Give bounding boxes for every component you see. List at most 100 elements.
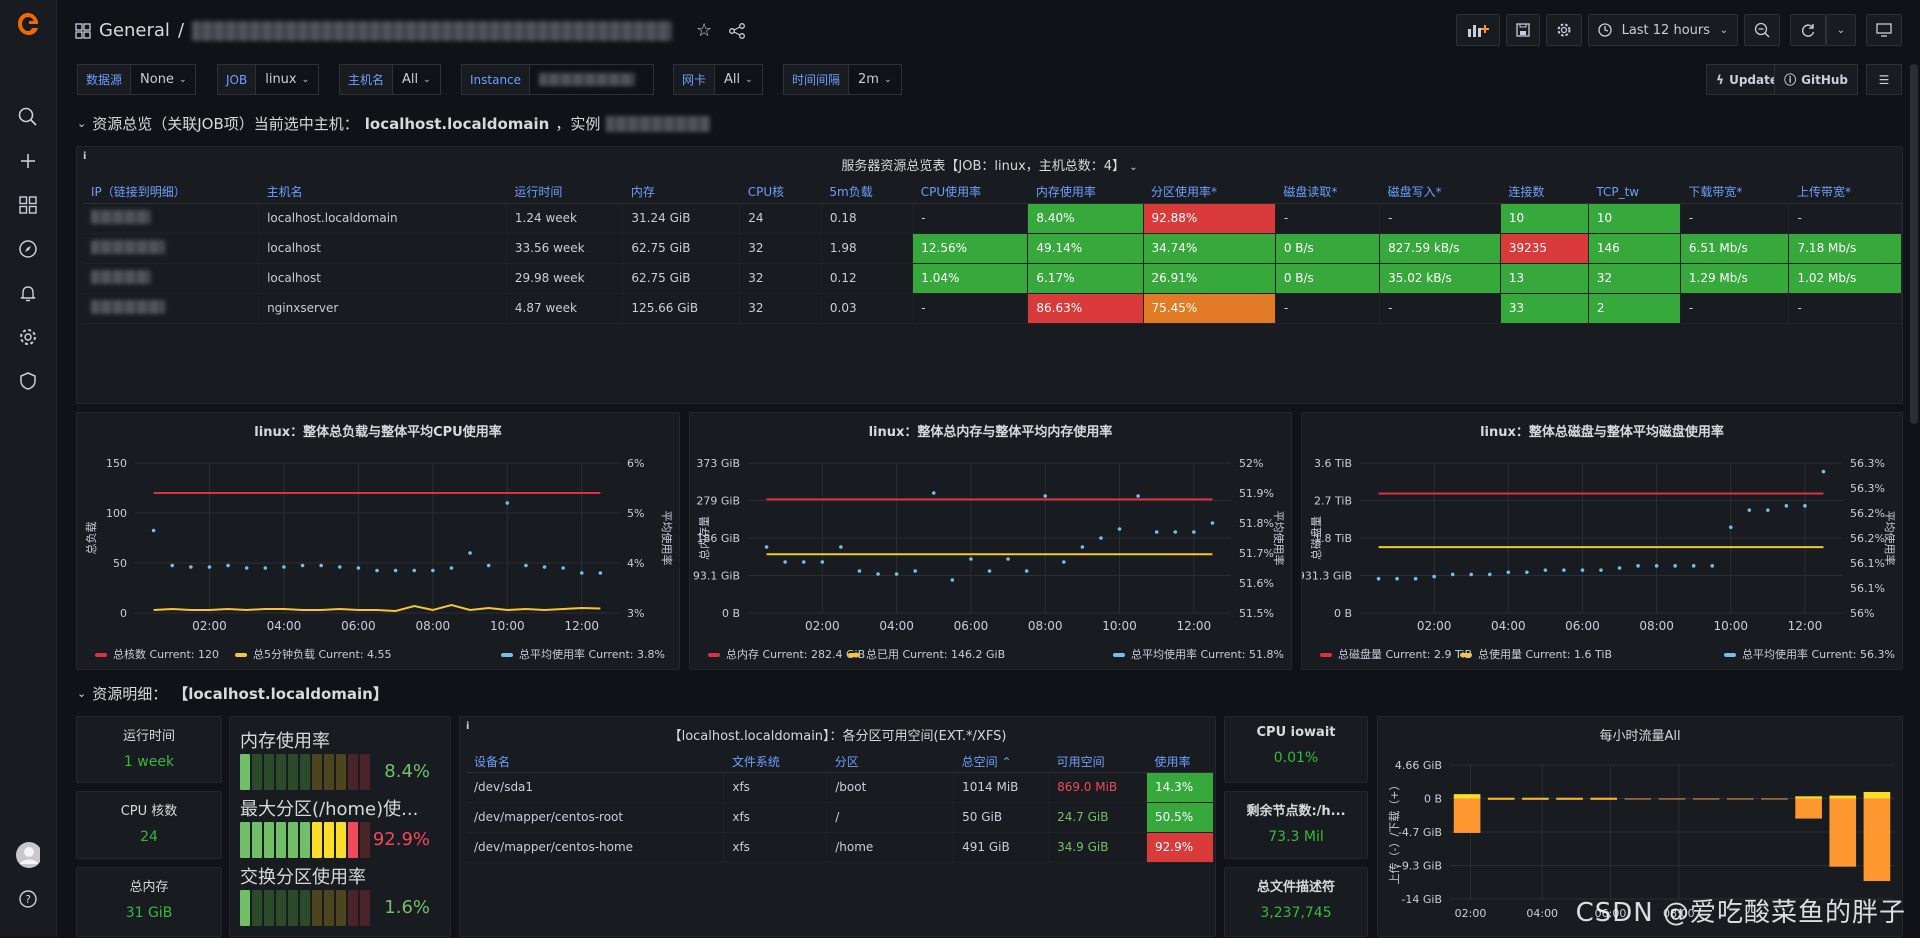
settings-gear-icon[interactable]	[16, 325, 40, 349]
panel-title[interactable]: 【localhost.localdomain】：各分区可用空间(EXT.*/XF…	[460, 717, 1215, 744]
zoom-out-button[interactable]	[1744, 14, 1780, 46]
grafana-logo-icon[interactable]	[16, 12, 40, 36]
column-header[interactable]: 内存使用率	[1028, 181, 1143, 203]
var-dropdown[interactable]: None⌄	[131, 64, 196, 95]
var-dropdown[interactable]: 2m⌄	[849, 64, 901, 95]
download-bar	[1590, 798, 1617, 799]
explore-compass-icon[interactable]	[16, 237, 40, 261]
save-dashboard-button[interactable]	[1506, 14, 1540, 46]
var-dropdown[interactable]	[530, 64, 654, 95]
data-point	[1006, 557, 1010, 561]
y-axis-label: 总磁盘量	[1309, 516, 1323, 560]
data-point	[895, 572, 899, 576]
stat-label[interactable]: 剩余节点数:/h...	[1225, 792, 1367, 819]
var-dropdown[interactable]: All⌄	[715, 64, 763, 95]
hamburger-menu-button[interactable]: ☰	[1866, 64, 1902, 95]
table-cell: 32	[740, 293, 822, 323]
time-picker-button[interactable]: Last 12 hours ⌄	[1588, 14, 1738, 46]
column-header[interactable]: 下载带宽*	[1680, 181, 1789, 203]
stat-label[interactable]: CPU 核数	[77, 792, 221, 819]
upload-bar	[1864, 798, 1891, 881]
data-point	[1525, 570, 1529, 574]
ip-link-redacted[interactable]	[91, 210, 151, 224]
y-tick-label: 50	[113, 557, 127, 570]
stat-label[interactable]: 运行时间	[77, 717, 221, 744]
y2-tick-label: 6%	[627, 457, 644, 470]
refresh-interval-dropdown[interactable]: ⌄	[1826, 14, 1856, 46]
column-header[interactable]: 主机名	[259, 181, 507, 203]
add-panel-button[interactable]	[1456, 14, 1500, 46]
column-header[interactable]: 总空间 ⌃	[954, 752, 1049, 772]
column-header[interactable]: 可用空间	[1049, 752, 1147, 772]
ip-link-redacted[interactable]	[91, 240, 165, 254]
column-header[interactable]: 内存	[623, 181, 740, 203]
stat-label[interactable]: CPU iowait	[1225, 717, 1367, 740]
user-avatar-icon[interactable]	[16, 843, 40, 867]
var-dropdown[interactable]: linux⌄	[256, 64, 319, 95]
gauge-segment	[312, 890, 322, 926]
data-point	[876, 572, 880, 576]
column-header[interactable]: 分区	[827, 752, 954, 772]
legend-swatch	[708, 653, 720, 657]
shield-icon[interactable]	[16, 369, 40, 393]
table-cell: 24	[740, 203, 822, 233]
alerting-bell-icon[interactable]	[16, 281, 40, 305]
gauge-segment	[300, 754, 310, 790]
column-header[interactable]: CPU使用率	[913, 181, 1028, 203]
row-header-detail[interactable]: ⌄ 资源明细： 【localhost.localdomain】	[77, 683, 388, 704]
github-link-button[interactable]: ⓘGitHub	[1774, 64, 1858, 95]
ip-link-redacted[interactable]	[91, 300, 165, 314]
scrollbar[interactable]	[1910, 64, 1918, 424]
help-icon[interactable]: ?	[16, 887, 40, 911]
column-header[interactable]: CPU核	[740, 181, 822, 203]
dashboard-title-redacted[interactable]	[192, 21, 672, 41]
dashboard-settings-button[interactable]	[1546, 14, 1582, 46]
row-header-overview[interactable]: ⌄ 资源总览（关联JOB项）当前选中主机： localhost.localdom…	[77, 113, 710, 134]
refresh-button[interactable]	[1790, 14, 1826, 46]
column-header[interactable]: 5m负载	[821, 181, 912, 203]
dashboards-icon[interactable]	[16, 193, 40, 217]
search-icon[interactable]	[16, 105, 40, 129]
tv-mode-button[interactable]	[1866, 14, 1902, 46]
column-header[interactable]: 连接数	[1500, 181, 1588, 203]
github-label: GitHub	[1801, 73, 1848, 87]
ip-link-redacted[interactable]	[91, 270, 151, 284]
disk-chart: 02:0004:0006:0008:0010:0012:003.6 TiB2.7…	[1302, 413, 1904, 671]
stat-label[interactable]: 总文件描述符	[1225, 868, 1367, 895]
data-point	[1192, 530, 1196, 534]
share-icon[interactable]	[728, 22, 746, 40]
upload-bar	[1522, 798, 1549, 799]
column-header[interactable]: 上传带宽*	[1789, 181, 1902, 203]
stat-label[interactable]: 总内存	[77, 868, 221, 895]
column-header[interactable]: 运行时间	[506, 181, 623, 203]
data-point	[1155, 530, 1159, 534]
folder-link[interactable]: General	[99, 20, 170, 41]
var-dropdown[interactable]: All⌄	[393, 64, 441, 95]
data-point	[858, 569, 862, 573]
column-header[interactable]: IP（链接到明细）	[83, 181, 259, 203]
panel-title[interactable]: 服务器资源总览表【JOB：linux，主机总数：4】 ⌄	[77, 147, 1902, 174]
gauge-segment	[324, 890, 334, 926]
column-header[interactable]: 使用率	[1146, 752, 1213, 772]
column-header[interactable]: 设备名	[466, 752, 724, 772]
star-icon[interactable]: ☆	[696, 20, 712, 41]
y-tick-label: 279 GiB	[696, 495, 740, 508]
column-header[interactable]: 磁盘读取*	[1275, 181, 1379, 203]
time-range-label: Last 12 hours	[1622, 23, 1710, 38]
gauge-segment	[240, 754, 250, 790]
chevron-down-icon: ⌄	[179, 75, 187, 85]
plus-icon[interactable]	[16, 149, 40, 173]
column-header[interactable]: 磁盘写入*	[1380, 181, 1501, 203]
server-overview-panel: i 服务器资源总览表【JOB：linux，主机总数：4】 ⌄ IP（链接到明细）…	[76, 146, 1903, 404]
column-header[interactable]: TCP_tw	[1588, 181, 1680, 203]
data-point	[1099, 536, 1103, 540]
gauge-value: 1.6%	[384, 897, 430, 918]
column-header[interactable]: 分区使用率*	[1143, 181, 1275, 203]
info-icon[interactable]: i	[83, 151, 86, 162]
x-tick-label: 04:00	[1491, 619, 1526, 633]
table-cell: 13	[1500, 263, 1588, 293]
data-point	[1451, 573, 1455, 577]
info-icon[interactable]: i	[466, 721, 469, 732]
stat-value: 73.3 Mil	[1225, 829, 1367, 845]
column-header[interactable]: 文件系统	[724, 752, 827, 772]
